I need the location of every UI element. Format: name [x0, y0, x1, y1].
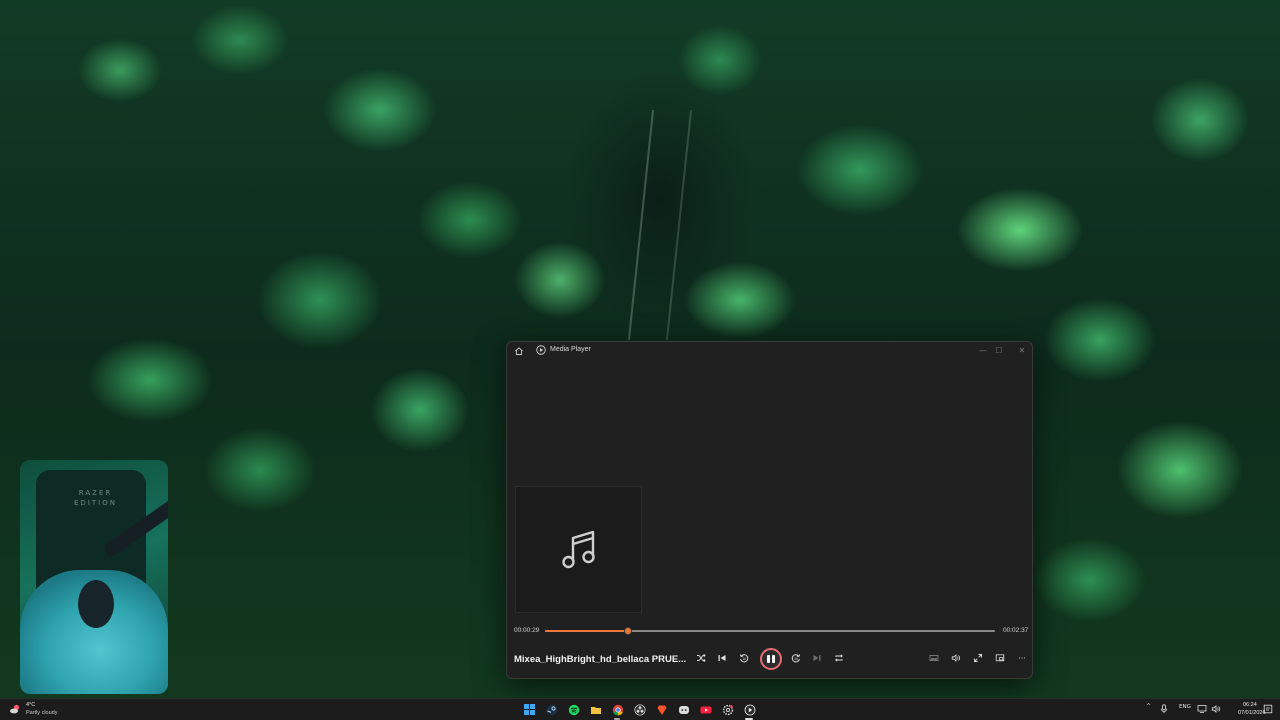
youtube-icon: [700, 706, 711, 713]
taskbar-steam[interactable]: [544, 702, 559, 717]
taskbar-media-player[interactable]: [742, 702, 757, 717]
taskbar-discord[interactable]: [676, 702, 691, 717]
rewind-10-button[interactable]: 10: [736, 650, 752, 666]
seek-bar[interactable]: [545, 627, 995, 635]
maximize-button[interactable]: ☐: [989, 344, 1009, 358]
next-button[interactable]: [809, 650, 825, 666]
miniplayer-button[interactable]: [926, 650, 942, 666]
svg-text:30: 30: [794, 657, 798, 661]
volume-button[interactable]: [948, 650, 964, 666]
more-icon: ···: [1018, 653, 1026, 663]
clock-time[interactable]: 06:24: [1243, 702, 1257, 708]
chair-logo: RAZER EDITION: [74, 489, 117, 507]
file-explorer-icon: [590, 706, 601, 714]
taskbar-youtube[interactable]: [698, 702, 713, 717]
media-player-app-icon: [536, 345, 546, 355]
previous-icon: [718, 655, 726, 661]
media-player-window: Media Player — ☐ ✕ 00:00:29 00:02:37 Mix…: [506, 341, 1033, 679]
network-icon[interactable]: [1197, 704, 1207, 714]
taskbar: 4°C Partly cloudy ^ ENG 06:24 07/01/2026: [0, 698, 1280, 720]
weather-condition[interactable]: Partly cloudy: [26, 710, 58, 716]
seek-bar-progress: [545, 630, 629, 632]
miniplayer-icon: [929, 655, 939, 661]
speaker-icon[interactable]: [1211, 704, 1221, 714]
obs-icon: [633, 703, 646, 716]
next-icon: [813, 655, 821, 661]
microphone-icon[interactable]: [1160, 704, 1168, 714]
album-art-placeholder: [515, 486, 642, 613]
close-button[interactable]: ✕: [1012, 344, 1032, 358]
shuffle-icon: [697, 653, 706, 663]
fullscreen-button[interactable]: [970, 650, 986, 666]
media-player-icon: [744, 704, 755, 715]
title-bar[interactable]: Media Player — ☐ ✕: [507, 342, 1032, 360]
fullscreen-icon: [974, 654, 982, 662]
settings-icon: [722, 704, 733, 715]
seek-thumb[interactable]: [624, 627, 633, 635]
now-playing-title: Mixea_HighBright_hd_bellaca PRUE...: [514, 654, 686, 665]
forward-30-button[interactable]: 30: [788, 650, 804, 666]
play-pause-button[interactable]: [760, 648, 782, 670]
webcam-overlay: RAZER EDITION: [20, 460, 168, 694]
forward-30-icon: 30: [791, 654, 801, 663]
window-title: Media Player: [550, 346, 591, 353]
previous-button[interactable]: [714, 650, 730, 666]
home-icon[interactable]: [514, 346, 524, 356]
headset-earcup: [78, 580, 114, 628]
elapsed-time: 00:00:29: [514, 627, 540, 634]
clock-date[interactable]: 07/01/2026: [1238, 710, 1266, 716]
weather-temperature[interactable]: 4°C: [26, 702, 35, 708]
taskbar-obs[interactable]: [632, 702, 647, 717]
discord-icon: [678, 705, 689, 714]
taskbar-settings[interactable]: [720, 702, 735, 717]
tray-overflow-chevron[interactable]: ^: [1146, 703, 1151, 710]
shuffle-button[interactable]: [693, 650, 709, 666]
rewind-10-icon: 10: [739, 654, 749, 663]
spotify-icon: [568, 704, 579, 715]
taskbar-chrome[interactable]: [610, 702, 625, 717]
cast-icon: [995, 654, 1005, 662]
taskbar-spotify[interactable]: [566, 702, 581, 717]
start-button[interactable]: [522, 702, 537, 717]
brave-icon: [657, 705, 666, 715]
repeat-button[interactable]: [831, 650, 847, 666]
svg-text:10: 10: [742, 657, 746, 661]
pause-icon: [767, 655, 775, 663]
taskbar-brave[interactable]: [654, 702, 669, 717]
weather-partly-cloudy-icon[interactable]: [9, 703, 21, 715]
notification-icon[interactable]: [1263, 704, 1273, 714]
total-duration: 00:02:37: [1003, 627, 1029, 634]
language-indicator[interactable]: ENG: [1179, 704, 1191, 710]
repeat-icon: [835, 654, 843, 662]
steam-icon: [546, 704, 557, 715]
cast-button[interactable]: [992, 650, 1008, 666]
music-note-icon: [561, 530, 595, 568]
taskbar-file-explorer[interactable]: [588, 702, 603, 717]
windows-start-icon: [524, 704, 535, 715]
more-options-button[interactable]: ···: [1014, 650, 1030, 666]
volume-icon: [951, 654, 961, 662]
chrome-icon: [612, 704, 623, 715]
